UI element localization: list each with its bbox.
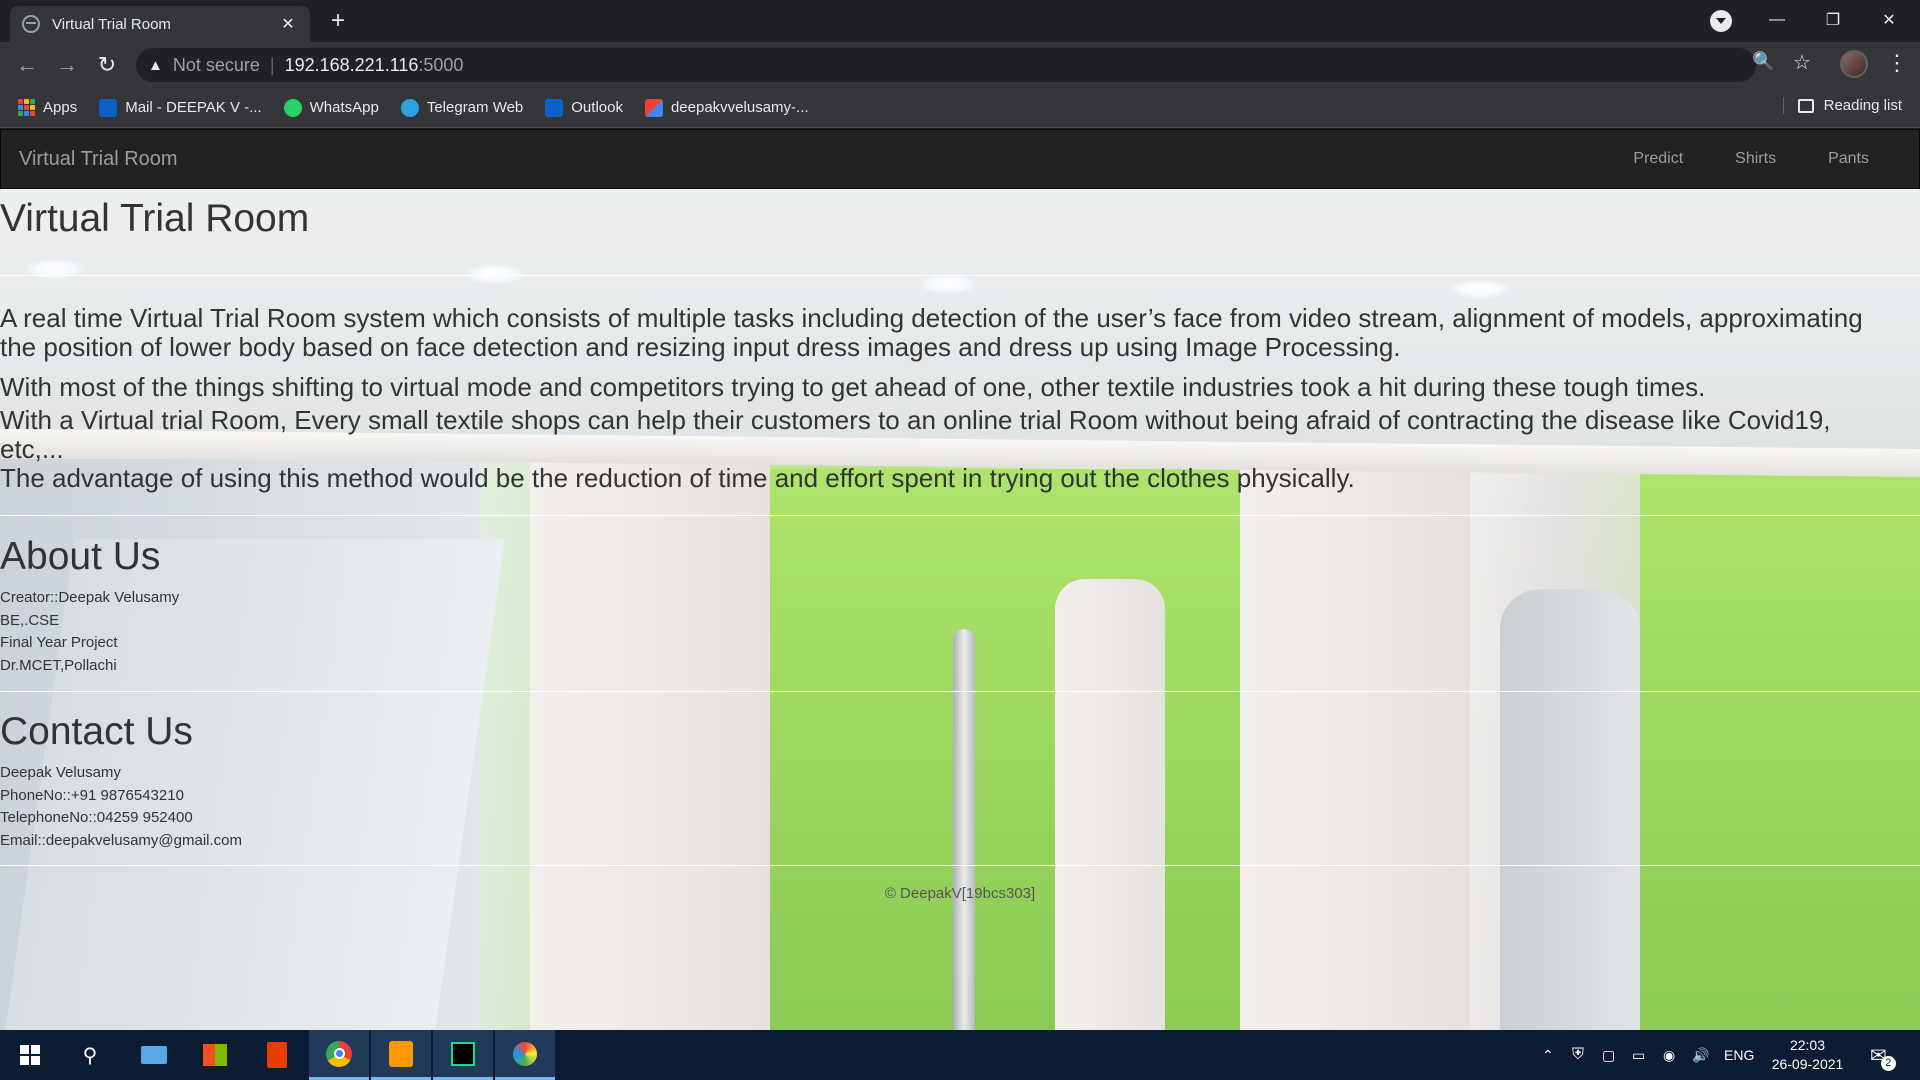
windows-taskbar: ⚲ ⌃ ⛨ ▢ ▭ ◉ 🔊 ENG 22:03 26-09-2021 ✉ 2 bbox=[0, 1030, 1920, 1080]
outlook-icon bbox=[99, 98, 118, 117]
intro-paragraph: With a Virtual trial Room, Every small t… bbox=[0, 405, 1831, 464]
bookmark-label: Mail - DEEPAK V -... bbox=[125, 99, 262, 116]
apps-grid-icon bbox=[18, 99, 35, 116]
bookmark-outlook[interactable]: Outlook bbox=[545, 98, 623, 117]
search-icon[interactable]: ⚲ bbox=[60, 1030, 120, 1080]
tab-title: Virtual Trial Room bbox=[52, 15, 171, 33]
about-line: Final Year Project bbox=[0, 634, 118, 651]
start-button[interactable] bbox=[0, 1030, 60, 1080]
site-navbar: Virtual Trial Room Predict Shirts Pants bbox=[0, 129, 1920, 189]
outlook-icon bbox=[545, 98, 564, 117]
address-port: :5000 bbox=[418, 54, 464, 75]
site-brand[interactable]: Virtual Trial Room bbox=[1, 148, 1633, 171]
chrome-icon[interactable] bbox=[309, 1030, 369, 1080]
window-close-icon[interactable]: ✕ bbox=[1861, 0, 1917, 40]
page-viewport: Virtual Trial Room Predict Shirts Pants … bbox=[0, 129, 1920, 1030]
minimize-icon[interactable]: — bbox=[1749, 0, 1805, 40]
browser-menu-icon[interactable]: ⋮ bbox=[1886, 52, 1908, 74]
battery-icon[interactable]: ▭ bbox=[1632, 1030, 1645, 1080]
bookmark-star-icon[interactable]: ☆ bbox=[1793, 50, 1811, 75]
paint-icon[interactable] bbox=[495, 1030, 555, 1080]
gmail-icon bbox=[644, 98, 663, 117]
zoom-icon[interactable]: 🔍 bbox=[1752, 51, 1774, 72]
page-footer: © DeepakV[19bcs303] bbox=[884, 885, 1036, 902]
nav-link-predict[interactable]: Predict bbox=[1633, 150, 1683, 168]
about-title: About Us bbox=[0, 535, 161, 578]
bookmark-gmail[interactable]: deepakvvelusamy-... bbox=[644, 98, 809, 117]
pycharm-icon[interactable] bbox=[433, 1030, 493, 1080]
divider bbox=[0, 515, 1920, 516]
intro-paragraph: With most of the things shifting to virt… bbox=[0, 372, 1706, 402]
clock-time: 22:03 bbox=[1789, 1037, 1826, 1053]
reading-list-label: Reading list bbox=[1823, 97, 1902, 114]
bookmarks-bar: Apps Mail - DEEPAK V -... WhatsApp Teleg… bbox=[0, 88, 1920, 128]
bookmark-apps[interactable]: Apps bbox=[18, 99, 77, 116]
security-shield-icon[interactable]: ⛨ bbox=[1572, 1030, 1584, 1080]
about-line: Creator::Deepak Velusamy bbox=[0, 589, 180, 606]
bookmark-label: deepakvvelusamy-... bbox=[670, 99, 809, 116]
reading-list-button[interactable]: Reading list bbox=[1782, 97, 1902, 114]
clock[interactable]: 22:03 26-09-2021 bbox=[1760, 1036, 1855, 1074]
reload-icon[interactable]: ↻ bbox=[92, 50, 122, 80]
about-line: BE,.CSE bbox=[0, 612, 60, 629]
restore-icon[interactable]: ❐ bbox=[1805, 0, 1861, 40]
browser-tab-strip: Virtual Trial Room ✕ + — ❐ ✕ bbox=[0, 0, 1920, 42]
nav-link-pants[interactable]: Pants bbox=[1828, 150, 1869, 168]
windows-logo-icon bbox=[20, 1045, 40, 1065]
divider bbox=[0, 865, 1920, 866]
security-label[interactable]: Not secure bbox=[173, 55, 260, 76]
contact-line: Deepak Velusamy bbox=[0, 764, 121, 781]
notification-badge: 2 bbox=[1880, 1055, 1896, 1071]
wifi-icon[interactable]: ◉ bbox=[1663, 1030, 1675, 1080]
profile-avatar[interactable] bbox=[1840, 50, 1868, 78]
browser-toolbar: ← → ↻ ▲ Not secure | 192.168.221.116 :50… bbox=[0, 42, 1920, 88]
forward-icon[interactable]: → bbox=[52, 50, 82, 80]
address-bar[interactable]: ▲ Not secure | 192.168.221.116 :5000 bbox=[136, 48, 1756, 82]
office-icon[interactable] bbox=[247, 1030, 307, 1080]
about-line: Dr.MCET,Pollachi bbox=[0, 657, 117, 674]
browser-tab[interactable]: Virtual Trial Room ✕ bbox=[10, 6, 310, 42]
divider bbox=[0, 275, 1920, 276]
show-hidden-icons[interactable]: ⌃ bbox=[1542, 1030, 1554, 1080]
clock-date: 26-09-2021 bbox=[1771, 1056, 1844, 1072]
volume-icon[interactable]: 🔊 bbox=[1692, 1030, 1709, 1080]
contact-title: Contact Us bbox=[0, 710, 193, 753]
warning-icon[interactable]: ▲ bbox=[148, 57, 163, 74]
bookmark-label: Outlook bbox=[571, 99, 623, 116]
contact-email: Email::deepakvelusamy@gmail.com bbox=[0, 832, 242, 849]
file-explorer-icon[interactable] bbox=[124, 1030, 184, 1080]
address-host: 192.168.221.116 bbox=[284, 54, 419, 75]
bookmark-label: Apps bbox=[43, 99, 78, 116]
bookmark-whatsapp[interactable]: WhatsApp bbox=[283, 98, 379, 117]
bookmark-label: Telegram Web bbox=[426, 99, 524, 116]
new-tab-button[interactable]: + bbox=[324, 7, 352, 35]
intro-paragraph: A real time Virtual Trial Room system wh… bbox=[0, 303, 1863, 362]
tab-search-icon[interactable] bbox=[1710, 10, 1732, 32]
page-title: Virtual Trial Room bbox=[0, 197, 310, 240]
language-indicator[interactable]: ENG bbox=[1724, 1030, 1754, 1080]
sublime-text-icon[interactable] bbox=[371, 1030, 431, 1080]
bookmark-mail[interactable]: Mail - DEEPAK V -... bbox=[99, 98, 262, 117]
whatsapp-icon bbox=[283, 98, 302, 117]
back-icon[interactable]: ← bbox=[12, 50, 42, 80]
contact-line: PhoneNo::+91 9876543210 bbox=[0, 787, 184, 804]
device-icon[interactable]: ▢ bbox=[1602, 1030, 1615, 1080]
intro-paragraph: The advantage of using this method would… bbox=[0, 463, 1355, 493]
notifications-button[interactable]: ✉ 2 bbox=[1870, 1030, 1902, 1080]
tab-close-icon[interactable]: ✕ bbox=[278, 14, 298, 34]
reading-list-icon bbox=[1797, 98, 1814, 113]
bookmark-label: WhatsApp bbox=[309, 99, 379, 116]
nav-link-shirts[interactable]: Shirts bbox=[1735, 150, 1776, 168]
divider bbox=[0, 691, 1920, 692]
telegram-icon bbox=[400, 98, 419, 117]
store-icon[interactable] bbox=[185, 1030, 245, 1080]
contact-line: TelephoneNo::04259 952400 bbox=[0, 809, 193, 826]
globe-icon bbox=[22, 15, 40, 33]
address-separator: | bbox=[269, 54, 275, 75]
bookmark-telegram[interactable]: Telegram Web bbox=[400, 98, 524, 117]
